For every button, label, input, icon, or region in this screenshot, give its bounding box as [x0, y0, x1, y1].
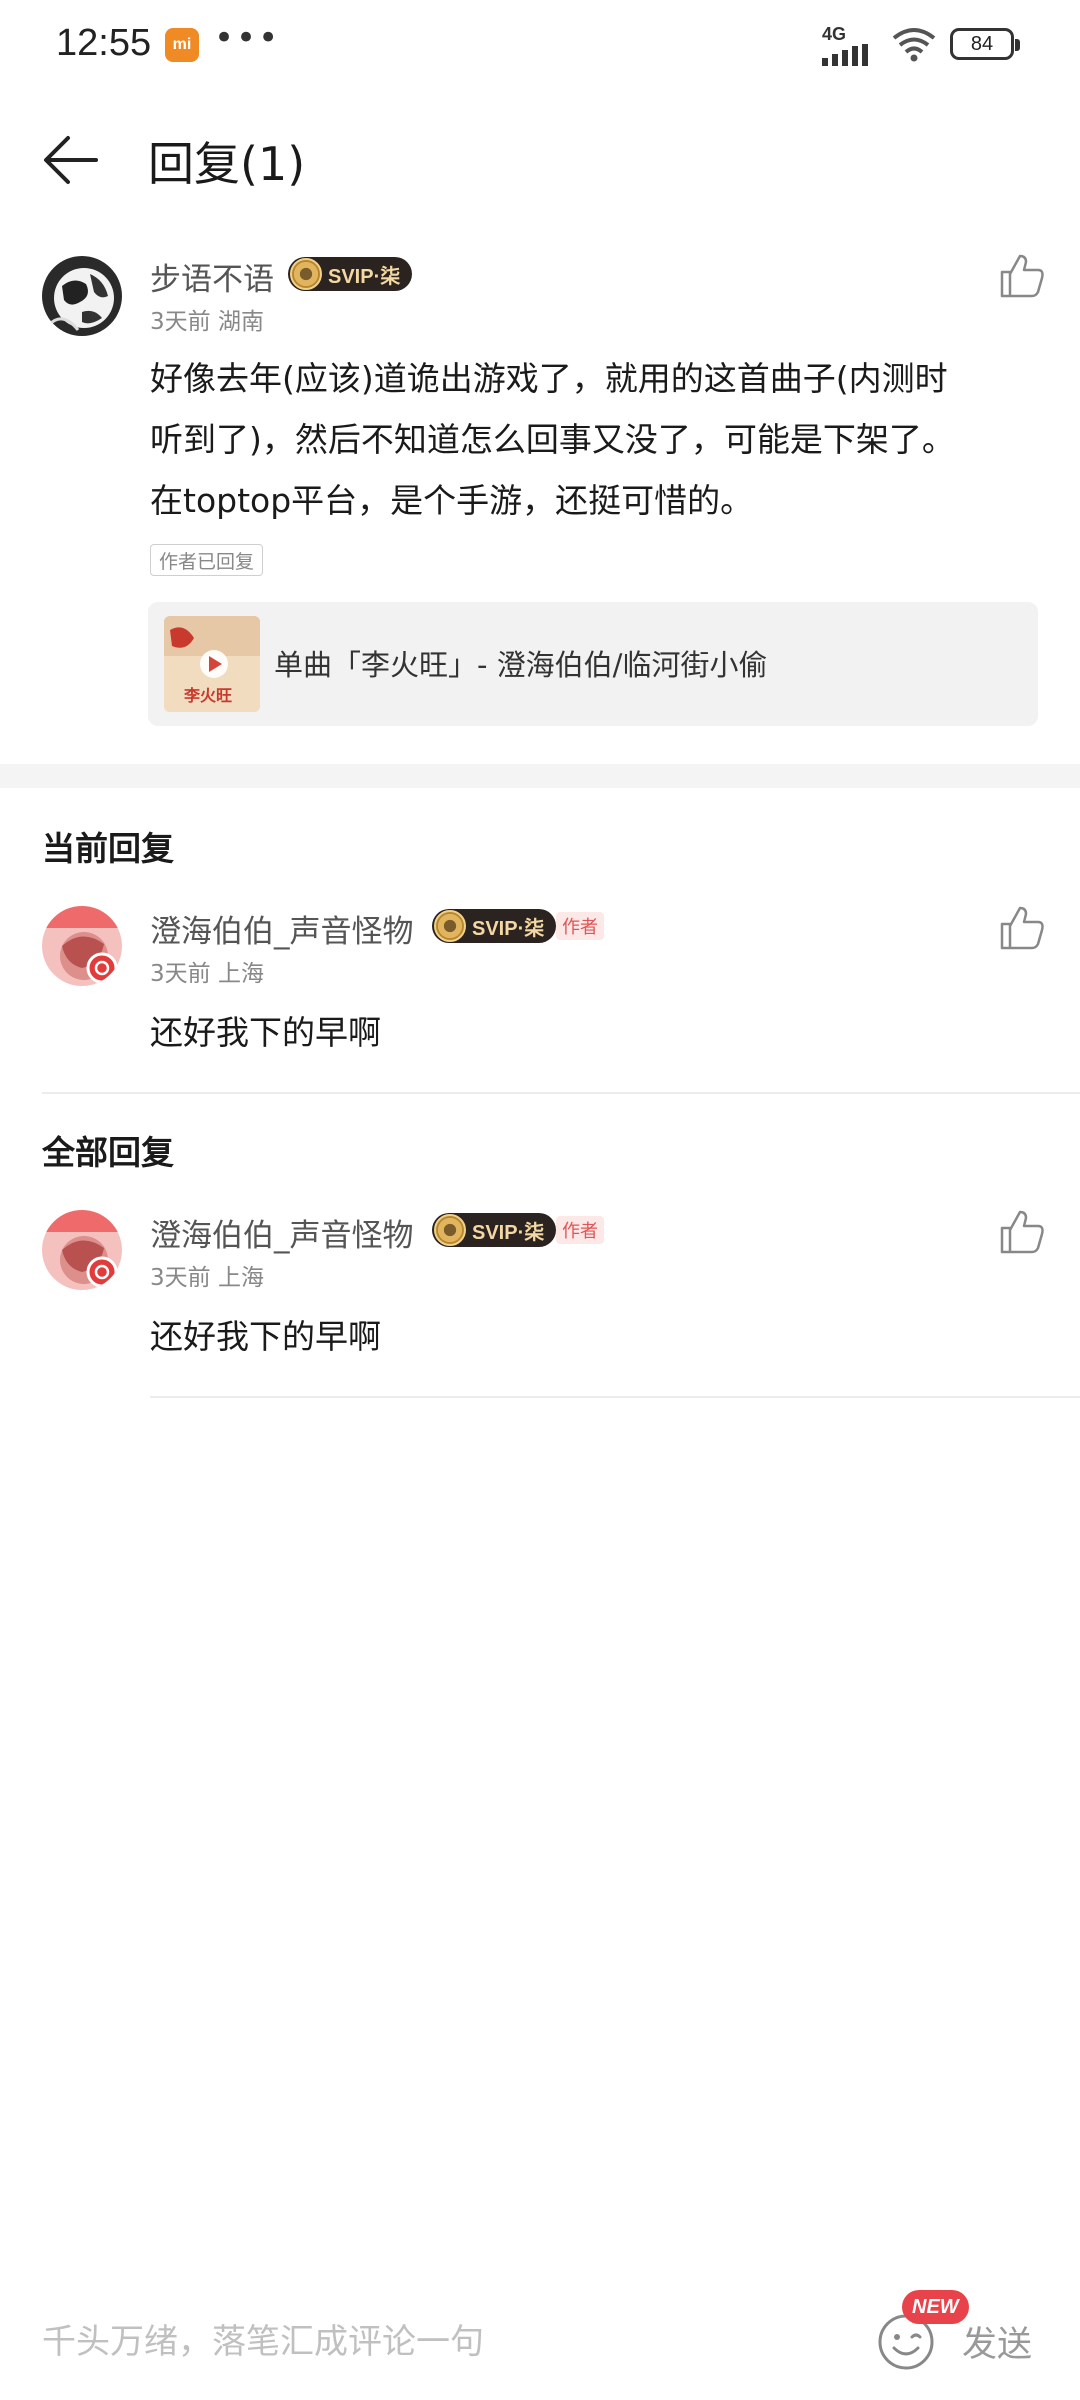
comment-line: 听到了)，然后不知道怎么回事又没了，可能是下架了。 — [150, 420, 955, 459]
comment-line: 好像去年(应该)道诡出游戏了，就用的这首曲子(内测时 — [150, 359, 948, 398]
reply-username[interactable]: 澄海伯伯_声音怪物 — [150, 1210, 414, 1255]
reply-text: 还好我下的早啊 — [150, 1013, 381, 1052]
like-icon[interactable] — [998, 904, 1046, 952]
like-icon[interactable] — [998, 252, 1046, 300]
vip-badge-label: SVIP·柒 — [328, 265, 401, 288]
wifi-icon — [892, 28, 936, 62]
back-arrow-icon[interactable] — [40, 128, 110, 192]
page-title: 回复(1) — [148, 137, 306, 191]
song-cover-title: 李火旺 — [184, 686, 233, 705]
author-tag: 作者 — [556, 912, 604, 940]
new-badge: NEW — [902, 2290, 969, 2324]
user-avatar-image — [42, 1210, 122, 1290]
network-type-label: 4G — [822, 24, 847, 44]
globe-avatar-image — [42, 256, 122, 336]
comment-body: 好像去年(应该)道诡出游戏了，就用的这首曲子(内测时 听到了)，然后不知道怎么回… — [150, 348, 1050, 531]
vip-badge-label: SVIP·柒 — [472, 1221, 545, 1244]
author-tag: 作者 — [556, 1216, 604, 1244]
mi-app-icon: mi — [165, 28, 199, 62]
vip-badge[interactable]: SVIP·柒 — [288, 257, 413, 291]
comment-meta: 3天前 湖南 — [150, 309, 264, 335]
vip-badge[interactable]: SVIP·柒 — [432, 1213, 557, 1247]
song-cover: 李火旺 — [164, 616, 260, 712]
section-divider — [0, 764, 1080, 788]
song-card[interactable]: 李火旺 单曲「李火旺」- 澄海伯伯/临河街小偷 — [148, 602, 1038, 726]
vip-coin-icon — [290, 258, 322, 290]
reply-text: 还好我下的早啊 — [150, 1317, 381, 1356]
like-icon[interactable] — [998, 1208, 1046, 1256]
section-title-all: 全部回复 — [42, 1133, 174, 1172]
signal-icon — [822, 44, 868, 66]
reply-meta: 3天前 上海 — [150, 1265, 264, 1291]
reply-username[interactable]: 澄海伯伯_声音怪物 — [150, 906, 414, 951]
vip-coin-icon — [434, 910, 466, 942]
vip-badge[interactable]: SVIP·柒 — [432, 909, 557, 943]
battery-level: 84 — [970, 32, 994, 55]
author-replied-tag: 作者已回复 — [150, 544, 264, 576]
comment-input-bar: NEW 发送 — [0, 2290, 1080, 2400]
avatar[interactable] — [42, 1210, 122, 1290]
divider — [42, 1092, 1080, 1094]
divider — [150, 1396, 1080, 1398]
comment-username[interactable]: 步语不语 — [150, 254, 274, 299]
song-card-title: 单曲「李火旺」- 澄海伯伯/临河街小偷 — [274, 648, 768, 682]
avatar[interactable] — [42, 906, 122, 986]
page-header: 回复(1) — [0, 100, 1080, 220]
section-title-current: 当前回复 — [42, 829, 174, 868]
battery-indicator: 84 — [950, 28, 1020, 60]
reply-meta: 3天前 上海 — [150, 961, 264, 987]
comment-input[interactable] — [42, 2312, 802, 2372]
vip-badge-label: SVIP·柒 — [472, 917, 545, 940]
user-avatar-image — [42, 906, 122, 986]
more-notifications-icon: ••• — [214, 18, 281, 58]
vip-coin-icon — [434, 1214, 466, 1246]
comment-line: 在toptop平台，是个手游，还挺可惜的。 — [150, 481, 754, 520]
send-button[interactable]: 发送 — [962, 2316, 1032, 2367]
status-time: 12:55 — [56, 22, 152, 64]
avatar[interactable] — [42, 256, 122, 336]
reply-page: 12:55 mi ••• 4G 84 回复(1) 步语不语 SVIP·柒 3天前… — [0, 0, 1080, 2400]
status-bar: 12:55 mi ••• 4G 84 — [0, 0, 1080, 90]
